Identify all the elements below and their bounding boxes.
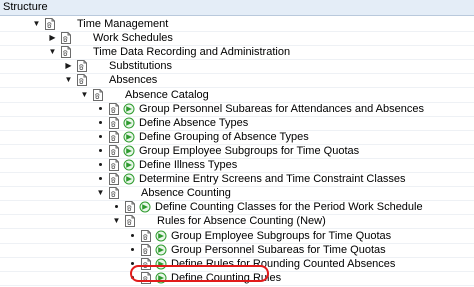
expanded-triangle-icon[interactable]: ▼ bbox=[32, 19, 41, 29]
execute-activity-icon[interactable] bbox=[123, 103, 135, 115]
expanded-triangle-icon[interactable]: ▼ bbox=[80, 90, 89, 100]
execute-activity-icon[interactable] bbox=[123, 173, 135, 185]
execute-activity-icon[interactable] bbox=[123, 145, 135, 157]
tree-node-label[interactable]: Group Employee Subgroups for Time Quotas bbox=[171, 230, 391, 243]
collapsed-triangle-icon[interactable]: ▶ bbox=[64, 61, 73, 71]
tree-node-label[interactable]: Work Schedules bbox=[93, 32, 173, 45]
execute-activity-icon[interactable] bbox=[139, 201, 151, 213]
tree-node-label[interactable]: Absences bbox=[109, 74, 157, 87]
leaf-bullet-icon bbox=[99, 148, 102, 152]
tree-row[interactable]: Define Rules for Rounding Counted Absenc… bbox=[0, 257, 474, 272]
leaf-bullet-icon bbox=[99, 134, 102, 138]
leaf-bullet-icon bbox=[99, 106, 102, 110]
leaf-bullet-icon bbox=[131, 275, 134, 279]
documentation-icon[interactable] bbox=[76, 74, 88, 87]
tree-row[interactable]: Define Counting Rules bbox=[0, 271, 474, 286]
documentation-icon[interactable] bbox=[140, 243, 152, 256]
tree-row[interactable]: ▶ Work Schedules bbox=[0, 31, 474, 47]
tree-row[interactable]: Group Personnel Subareas for Attendances… bbox=[0, 102, 474, 117]
tree-node-label[interactable]: Absence Counting bbox=[141, 187, 231, 200]
documentation-icon[interactable] bbox=[92, 88, 104, 101]
tree-node-label[interactable]: Define Absence Types bbox=[139, 117, 248, 130]
tree-row[interactable]: ▼ Time Data Recording and Administration bbox=[0, 45, 474, 61]
documentation-icon[interactable] bbox=[108, 130, 120, 143]
tree-row[interactable]: ▶ Substitutions bbox=[0, 59, 474, 75]
documentation-icon[interactable] bbox=[76, 60, 88, 73]
tree-node-label[interactable]: Define Illness Types bbox=[139, 159, 237, 172]
documentation-icon[interactable] bbox=[108, 173, 120, 186]
tree-node-label[interactable]: Time Management bbox=[77, 18, 168, 31]
tree-row[interactable]: Define Grouping of Absence Types bbox=[0, 130, 474, 145]
documentation-icon[interactable] bbox=[60, 32, 72, 45]
tree-node-label[interactable]: Group Personnel Subareas for Time Quotas bbox=[171, 244, 386, 257]
leaf-bullet-icon bbox=[131, 233, 134, 237]
tree-node-label[interactable]: Absence Catalog bbox=[125, 89, 209, 102]
documentation-icon[interactable] bbox=[140, 229, 152, 242]
expanded-triangle-icon[interactable]: ▼ bbox=[64, 75, 73, 85]
execute-activity-icon[interactable] bbox=[155, 230, 167, 242]
documentation-icon[interactable] bbox=[124, 215, 136, 228]
tree-row[interactable]: ▼ Absence Catalog bbox=[0, 88, 474, 103]
execute-activity-icon[interactable] bbox=[123, 117, 135, 129]
panel-title: Structure bbox=[3, 1, 48, 13]
leaf-bullet-icon bbox=[115, 205, 118, 209]
documentation-icon[interactable] bbox=[44, 18, 56, 30]
tree-row[interactable]: Define Absence Types bbox=[0, 116, 474, 131]
tree-row[interactable]: Define Counting Classes for the Period W… bbox=[0, 200, 474, 216]
documentation-icon[interactable] bbox=[108, 116, 120, 129]
tree-row[interactable]: Group Personnel Subareas for Time Quotas bbox=[0, 243, 474, 258]
structure-panel-header: Structure bbox=[0, 0, 474, 16]
tree-node-label[interactable]: Group Personnel Subareas for Attendances… bbox=[139, 103, 424, 116]
tree-row[interactable]: ▼ Absences bbox=[0, 73, 474, 89]
collapsed-triangle-icon[interactable]: ▶ bbox=[48, 33, 57, 43]
leaf-bullet-icon bbox=[99, 120, 102, 124]
tree-node-label[interactable]: Determine Entry Screens and Time Constra… bbox=[139, 173, 406, 186]
tree-row[interactable]: ▼ Rules for Absence Counting (New) bbox=[0, 214, 474, 230]
execute-activity-icon[interactable] bbox=[123, 159, 135, 171]
execute-activity-icon[interactable] bbox=[123, 131, 135, 143]
tree-node-label[interactable]: Group Employee Subgroups for Time Quotas bbox=[139, 145, 359, 158]
tree-row[interactable]: Determine Entry Screens and Time Constra… bbox=[0, 172, 474, 188]
tree-row[interactable]: Define Illness Types bbox=[0, 158, 474, 173]
documentation-icon[interactable] bbox=[60, 46, 72, 59]
tree-node-label[interactable]: Define Grouping of Absence Types bbox=[139, 131, 309, 144]
expanded-triangle-icon[interactable]: ▼ bbox=[96, 188, 105, 198]
tree-row[interactable]: ▼ Absence Counting bbox=[0, 186, 474, 202]
documentation-icon[interactable] bbox=[140, 257, 152, 270]
tree-node-label[interactable]: Time Data Recording and Administration bbox=[93, 46, 290, 59]
tree-node-label[interactable]: Substitutions bbox=[109, 60, 172, 73]
execute-activity-icon[interactable] bbox=[155, 258, 167, 270]
documentation-icon[interactable] bbox=[108, 187, 120, 200]
documentation-icon[interactable] bbox=[124, 201, 136, 214]
leaf-bullet-icon bbox=[131, 247, 134, 251]
documentation-icon[interactable] bbox=[108, 159, 120, 171]
tree-node-label[interactable]: Define Counting Classes for the Period W… bbox=[155, 201, 423, 214]
execute-activity-icon[interactable] bbox=[155, 244, 167, 256]
leaf-bullet-icon bbox=[99, 163, 102, 166]
tree-node-label[interactable]: Rules for Absence Counting (New) bbox=[157, 215, 326, 228]
tree-row[interactable]: Group Employee Subgroups for Time Quotas bbox=[0, 229, 474, 244]
tree-node-label[interactable]: Define Counting Rules bbox=[171, 272, 281, 285]
leaf-bullet-icon bbox=[131, 261, 134, 265]
customizing-tree: ▼ Time Management ▶ Work Schedules ▼ Time Dat… bbox=[0, 16, 474, 286]
tree-row[interactable]: ▼ Time Management bbox=[0, 17, 474, 32]
leaf-bullet-icon bbox=[99, 177, 102, 181]
documentation-icon[interactable] bbox=[108, 144, 120, 157]
expanded-triangle-icon[interactable]: ▼ bbox=[112, 216, 121, 226]
documentation-icon[interactable] bbox=[108, 102, 120, 115]
tree-node-label[interactable]: Define Rules for Rounding Counted Absenc… bbox=[171, 258, 395, 271]
tree-row[interactable]: Group Employee Subgroups for Time Quotas bbox=[0, 144, 474, 159]
expanded-triangle-icon[interactable]: ▼ bbox=[48, 47, 57, 57]
